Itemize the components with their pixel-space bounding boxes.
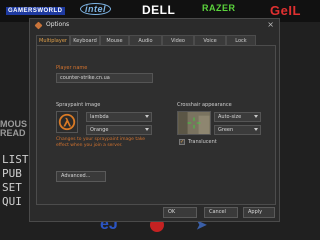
ok-button[interactable]: OK xyxy=(163,207,197,218)
tab-keyboard[interactable]: Keyboard xyxy=(70,35,100,45)
chevron-down-icon xyxy=(145,128,149,131)
main-menu-item-settings[interactable]: SET xyxy=(2,181,29,195)
spray-image-select[interactable]: lambda xyxy=(86,112,152,122)
player-name-label: Player name xyxy=(56,65,88,71)
spray-hint-text: Changes to your spraypaint image take ef… xyxy=(56,137,146,148)
lambda-logo-icon xyxy=(58,113,76,131)
spraypaint-label: Spraypaint image xyxy=(56,102,101,108)
crosshair-preview-image xyxy=(177,111,211,135)
spray-preview-image xyxy=(56,111,78,133)
tab-mouse[interactable]: Mouse xyxy=(100,35,129,45)
background-main-menu: LIST PUB SET QUI xyxy=(2,153,29,209)
tab-audio[interactable]: Audio xyxy=(129,35,162,45)
geil-logo: GeIL xyxy=(270,3,301,18)
translucent-checkbox[interactable]: ✓ xyxy=(179,139,185,145)
chevron-down-icon xyxy=(145,115,149,118)
crosshair-color-select[interactable]: Green xyxy=(214,125,261,135)
multiplayer-panel: Player name counter-strike.cn.ua Spraypa… xyxy=(36,45,276,205)
spray-color-select[interactable]: Orange xyxy=(86,125,152,135)
cancel-button[interactable]: Cancel xyxy=(204,207,238,218)
apply-button[interactable]: Apply xyxy=(243,207,275,218)
chevron-down-icon xyxy=(254,115,258,118)
tab-multiplayer[interactable]: Multiplayer xyxy=(36,35,70,45)
tab-lock[interactable]: Lock xyxy=(226,35,256,45)
tab-bar: Multiplayer Keyboard Mouse Audio Video V… xyxy=(36,35,276,45)
close-icon[interactable]: × xyxy=(267,20,274,30)
spray-image-value: lambda xyxy=(90,114,109,120)
crosshair-size-select[interactable]: Auto-size xyxy=(214,112,261,122)
crosshair-label: Crosshair appearance xyxy=(177,102,232,108)
main-menu-item-list[interactable]: LIST xyxy=(2,153,29,167)
checkmark-icon: ✓ xyxy=(180,139,185,145)
side-title-line: READ xyxy=(0,128,26,138)
crosshair-color-value: Green xyxy=(218,127,234,133)
main-menu-item-quit[interactable]: QUI xyxy=(2,195,29,209)
player-name-input[interactable]: counter-strike.cn.ua xyxy=(56,73,153,83)
crosshair-scene-icon xyxy=(178,112,210,134)
tab-voice[interactable]: Voice xyxy=(194,35,226,45)
advanced-button[interactable]: Advanced... xyxy=(56,171,106,182)
dialog-titlebar[interactable]: Options × xyxy=(30,19,279,33)
gamersworld-logo: GAMERSWORLD xyxy=(6,7,65,15)
options-dialog: Options × Multiplayer Keyboard Mouse Aud… xyxy=(29,18,280,222)
crosshair-size-value: Auto-size xyxy=(218,114,242,120)
razer-logo: RAZER xyxy=(202,3,236,13)
translucent-label: Translucent xyxy=(188,139,217,145)
steam-app-icon xyxy=(34,21,43,30)
tab-video[interactable]: Video xyxy=(162,35,194,45)
background-side-title: MOUS READ xyxy=(0,120,27,138)
main-menu-item-public[interactable]: PUB xyxy=(2,167,29,181)
dialog-title: Options xyxy=(46,21,70,28)
spray-color-value: Orange xyxy=(90,127,109,133)
chevron-down-icon xyxy=(254,128,258,131)
dell-logo: DELL xyxy=(142,3,176,17)
intel-logo: intel xyxy=(80,3,112,15)
